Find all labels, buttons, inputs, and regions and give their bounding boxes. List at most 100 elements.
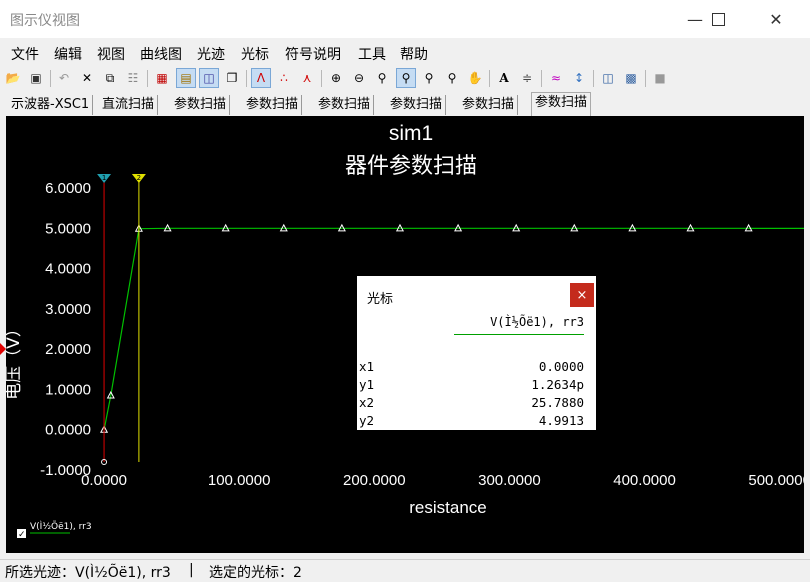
cursor-window-trace-underline: [454, 334, 584, 335]
cursor-row-label: y1: [359, 377, 375, 392]
tab-param-sweep[interactable]: 参数扫描: [315, 95, 375, 115]
status-divider: |: [189, 562, 194, 578]
window-title: 图示仪视图: [10, 13, 80, 29]
cursor-2-label: 2: [137, 174, 141, 182]
menu-graph[interactable]: 曲线图: [140, 44, 182, 64]
menu-legend[interactable]: 符号说明: [285, 44, 341, 64]
close-button[interactable]: ✕: [753, 0, 799, 38]
zoom-fit-icon[interactable]: ⚲: [373, 69, 391, 87]
cursor-row-label: x1: [359, 359, 375, 374]
x-tick-label: 500.0000: [748, 472, 804, 489]
status-selected-cursor: 选定的光标：2: [209, 565, 302, 581]
properties-icon[interactable]: ≑: [518, 69, 536, 87]
y-tick-label: 4.0000: [45, 261, 91, 278]
save-icon[interactable]: ▣: [27, 69, 45, 87]
cursor-row-label: x2: [359, 395, 375, 410]
pan-icon[interactable]: ✋: [466, 69, 484, 87]
zoom-out-icon[interactable]: ⊖: [350, 69, 368, 87]
cursor-window: 光标 × V(Ì½Õë1), rr3 x1 0.0000 y1 1.2634p x2…: [357, 276, 596, 430]
menu-view[interactable]: 视图: [97, 44, 125, 64]
tab-dc-sweep[interactable]: 直流扫描: [99, 95, 159, 115]
tab-strip: 示波器-XSC1 直流扫描 参数扫描 参数扫描 参数扫描 参数扫描 参数扫描 参…: [0, 92, 810, 116]
tab-oscilloscope[interactable]: 示波器-XSC1: [8, 95, 94, 115]
select-icon[interactable]: ↕: [570, 69, 588, 87]
check-icon: ✓: [18, 530, 26, 540]
undo-icon[interactable]: ↶: [55, 69, 73, 87]
toolbar: 📂 ▣ ↶ ✕ ⧉ ☷ ▦ ▤ ◫ ❐ Λ ∴ ⋏ ⊕ ⊖ ⚲ ⚲ ⚲ ⚲ ✋ …: [0, 67, 810, 91]
legend-label: V(Ì½Õë1), rr3: [30, 520, 92, 532]
tab-param-sweep[interactable]: 参数扫描: [243, 95, 303, 115]
tab-param-sweep-active[interactable]: 参数扫描: [531, 92, 592, 116]
menu-tools[interactable]: 工具: [358, 44, 386, 64]
cursor-window-title: 光标: [367, 292, 394, 307]
export-data-icon[interactable]: ▩: [622, 69, 640, 87]
y-tick-label: 5.0000: [45, 220, 91, 237]
toolbar-separator: [645, 70, 646, 87]
menu-edit[interactable]: 编辑: [54, 44, 82, 64]
overlay-traces-icon[interactable]: ≈: [547, 69, 565, 87]
overlay-icon[interactable]: ❐: [223, 69, 241, 87]
export-icon[interactable]: ◫: [599, 69, 617, 87]
y-tick-label: 6.0000: [45, 180, 91, 197]
cursor-window-close-button[interactable]: ×: [570, 283, 594, 307]
chart-title: sim1: [389, 122, 433, 145]
cursor-row-label: y2: [359, 413, 375, 428]
zoom-y-icon[interactable]: ⚲: [420, 69, 438, 87]
toolbar-separator: [147, 70, 148, 87]
close-icon: ×: [576, 287, 588, 303]
x-tick-label: 100.0000: [208, 472, 271, 489]
line-dots-icon[interactable]: ⋏: [298, 69, 316, 87]
cursor-row-value: 1.2634p: [531, 377, 584, 392]
dots-icon[interactable]: ∴: [275, 69, 293, 87]
menu-trace[interactable]: 光迹: [197, 44, 225, 64]
x-tick-label: 200.0000: [343, 472, 406, 489]
maximize-icon: [711, 12, 725, 26]
y-tick-label: 2.0000: [45, 341, 91, 358]
maximize-button[interactable]: [695, 0, 741, 38]
zoom-in-icon[interactable]: ⊕: [327, 69, 345, 87]
cut-icon[interactable]: ✕: [78, 69, 96, 87]
cursor-row-value: 4.9913: [538, 413, 584, 428]
menu-bar: 文件 编辑 视图 曲线图 光迹 光标 符号说明 工具 帮助: [0, 41, 810, 65]
close-icon: ✕: [769, 9, 783, 29]
status-selected-trace: 所选光迹：V(Ì½Õë1), rr3: [5, 565, 171, 581]
toolbar-separator: [321, 70, 322, 87]
grid-icon[interactable]: ▦: [153, 69, 171, 87]
stop-icon[interactable]: ■: [651, 69, 669, 87]
paste-icon[interactable]: ☷: [124, 69, 142, 87]
x-tick-label: 300.0000: [478, 472, 541, 489]
cursor-1-label: 1: [102, 174, 106, 182]
toolbar-separator: [246, 70, 247, 87]
open-icon[interactable]: 📂: [4, 69, 22, 87]
toolbar-separator: [50, 70, 51, 87]
tab-param-sweep[interactable]: 参数扫描: [171, 95, 231, 115]
cursor-window-trace: V(Ì½Õë1), rr3: [490, 315, 584, 329]
cursor-row-value: 0.0000: [538, 359, 584, 374]
toolbar-separator: [593, 70, 594, 87]
status-bar: 所选光迹：V(Ì½Õë1), rr3 | 选定的光标：2: [0, 559, 810, 582]
x-tick-label: 400.0000: [613, 472, 676, 489]
chart-subtitle: 器件参数扫描: [345, 154, 477, 179]
x-axis-label: resistance: [409, 498, 486, 517]
title-bar: 图示仪视图 — ✕: [0, 0, 810, 38]
y-tick-label: 1.0000: [45, 381, 91, 398]
cursor-row-value: 25.7880: [531, 395, 584, 410]
tab-param-sweep[interactable]: 参数扫描: [459, 95, 519, 115]
y-tick-label: 3.0000: [45, 301, 91, 318]
text-icon[interactable]: A: [495, 69, 513, 87]
y-axis-label: 电压（V）: [6, 320, 24, 400]
copy-icon[interactable]: ⧉: [101, 69, 119, 87]
zoom-full-icon[interactable]: ⚲: [443, 69, 461, 87]
toolbar-separator: [541, 70, 542, 87]
menu-cursor[interactable]: 光标: [241, 44, 269, 64]
x-tick-label: 0.0000: [81, 472, 127, 489]
y-tick-label: 0.0000: [45, 422, 91, 439]
menu-help[interactable]: 帮助: [400, 44, 428, 64]
cursor-toggle-icon[interactable]: ◫: [199, 68, 219, 88]
menu-file[interactable]: 文件: [11, 44, 39, 64]
tab-param-sweep[interactable]: 参数扫描: [387, 95, 447, 115]
legend-icon[interactable]: ▤: [176, 68, 196, 88]
toolbar-separator: [489, 70, 490, 87]
zoom-x-icon[interactable]: ⚲: [396, 68, 416, 88]
line-icon[interactable]: Λ: [251, 68, 271, 88]
